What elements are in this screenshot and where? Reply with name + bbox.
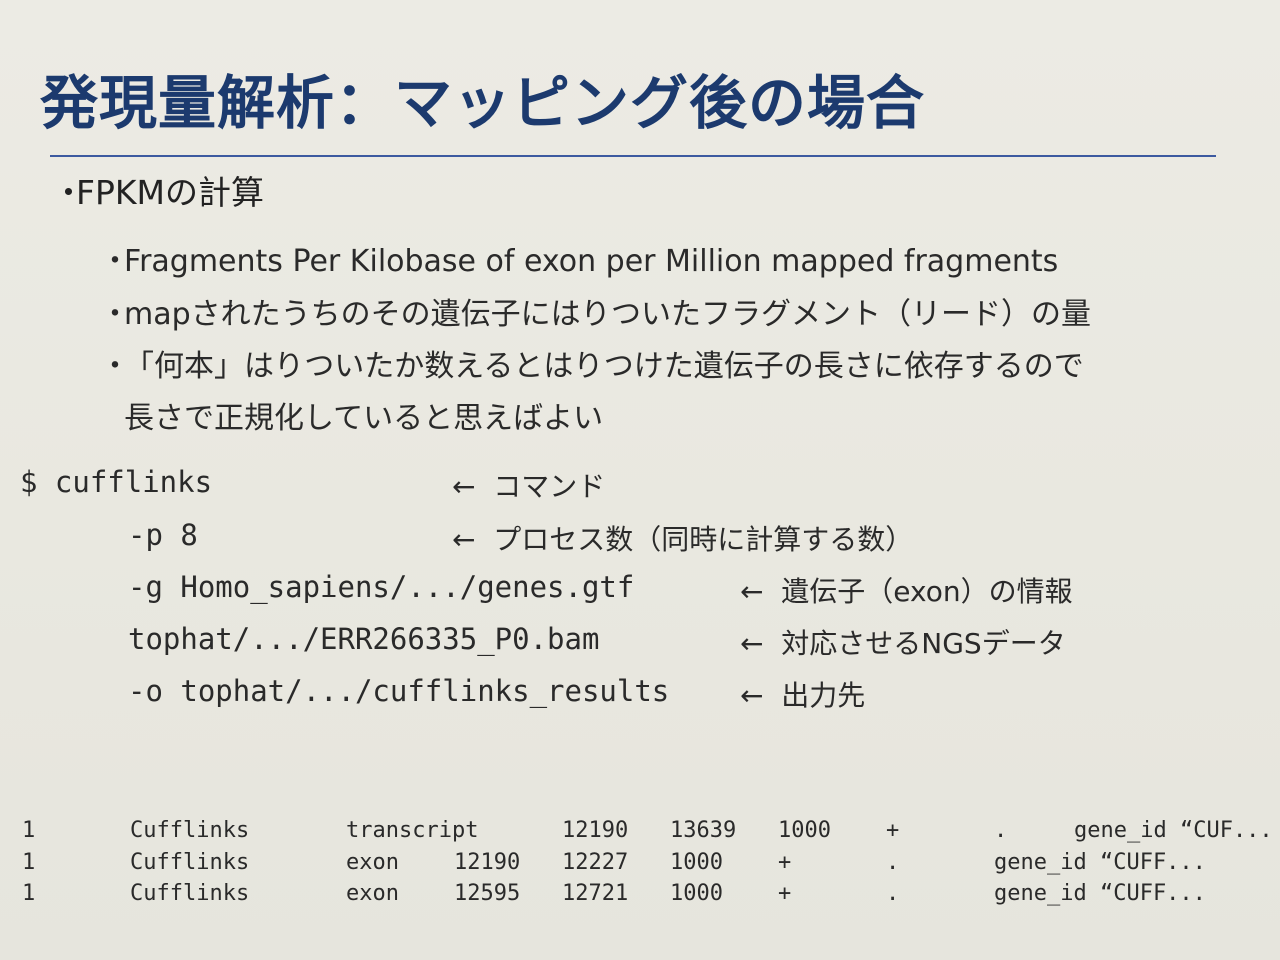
note-text: 出力先 (781, 679, 866, 712)
output-cell: + (778, 881, 792, 906)
command-note-2: ← プロセス数（同時に計算する数） (452, 518, 913, 558)
output-cell: transcript (346, 818, 479, 843)
command-line-3: -g Homo_sapiens/.../genes.gtf (128, 570, 635, 604)
output-cell: 12190 (454, 850, 521, 875)
left-arrow-icon: ← (452, 470, 476, 503)
output-cell: exon (346, 850, 399, 875)
bullet-sub-3: ・「何本」はりついたか数えるとはりつけた遺伝子の長さに依存するので (100, 341, 1084, 385)
output-cell: 1000 (778, 818, 831, 843)
bullet-marker: ・ (100, 297, 130, 332)
bullet-sub-text: Fragments Per Kilobase of exon per Milli… (124, 244, 1059, 279)
command-note-3: ← 遺伝子（exon）の情報 (740, 570, 1073, 610)
output-cell: Cufflinks (130, 818, 250, 843)
bullet-sub-1: ・Fragments Per Kilobase of exon per Mill… (100, 236, 1058, 280)
bullet-main-text: FPKMの計算 (76, 173, 264, 212)
bullet-sub-2: ・mapされたうちのその遺伝子にはりついたフラグメント（リード）の量 (100, 289, 1091, 333)
output-cell: Cufflinks (130, 850, 250, 875)
output-cell: 1 (22, 850, 36, 875)
output-cell: 12190 (562, 818, 629, 843)
bullet-marker: ・ (100, 349, 130, 384)
note-text: 遺伝子（exon）の情報 (781, 575, 1073, 608)
output-cell: 1000 (670, 881, 723, 906)
note-text: プロセス数（同時に計算する数） (493, 523, 914, 556)
note-text: 対応させるNGSデータ (781, 627, 1066, 660)
bullet-sub-text: 長さで正規化していると思えばよい (124, 401, 604, 436)
left-arrow-icon: ← (452, 523, 476, 556)
command-note-1: ← コマンド (452, 465, 605, 505)
output-cell: gene_id “CUFF... (994, 881, 1206, 906)
output-cell: gene_id “CUF... (1074, 818, 1273, 843)
bullet-sub-text: mapされたうちのその遺伝子にはりついたフラグメント（リード）の量 (124, 297, 1091, 332)
command-line-2: -p 8 (128, 518, 198, 552)
command-line-1: $ cufflinks (20, 465, 213, 499)
output-cell: 12227 (562, 850, 629, 875)
bullet-main: ・FPKMの計算 (52, 166, 264, 214)
left-arrow-icon: ← (740, 575, 764, 608)
bullet-marker: ・ (52, 173, 85, 212)
output-cell: 1 (22, 881, 36, 906)
output-cell: . (886, 850, 900, 875)
command-line-4: tophat/.../ERR266335_P0.bam (128, 622, 600, 656)
output-cell: gene_id “CUFF... (994, 850, 1206, 875)
command-line-5: -o tophat/.../cufflinks_results (128, 674, 670, 708)
output-cell: . (886, 881, 900, 906)
output-cell: . (994, 818, 1008, 843)
bullet-sub-text: 「何本」はりついたか数えるとはりつけた遺伝子の長さに依存するので (124, 349, 1084, 384)
bullet-marker: ・ (100, 244, 130, 279)
command-note-5: ← 出力先 (740, 674, 865, 714)
output-cell: 1000 (670, 850, 723, 875)
left-arrow-icon: ← (740, 627, 764, 660)
left-arrow-icon: ← (740, 679, 764, 712)
output-cell: 12595 (454, 881, 521, 906)
bullet-sub-3-continued: 長さで正規化していると思えばよい (100, 393, 603, 437)
output-cell: exon (346, 881, 399, 906)
output-cell: + (886, 818, 900, 843)
title-divider (50, 155, 1216, 157)
output-cell: 13639 (670, 818, 737, 843)
output-cell: 1 (22, 818, 36, 843)
note-text: コマンド (493, 470, 606, 503)
output-cell: + (778, 850, 792, 875)
slide-title: 発現量解析：マッピング後の場合 (40, 69, 926, 137)
output-cell: Cufflinks (130, 881, 250, 906)
output-cell: 12721 (562, 881, 629, 906)
command-note-4: ← 対応させるNGSデータ (740, 622, 1066, 662)
